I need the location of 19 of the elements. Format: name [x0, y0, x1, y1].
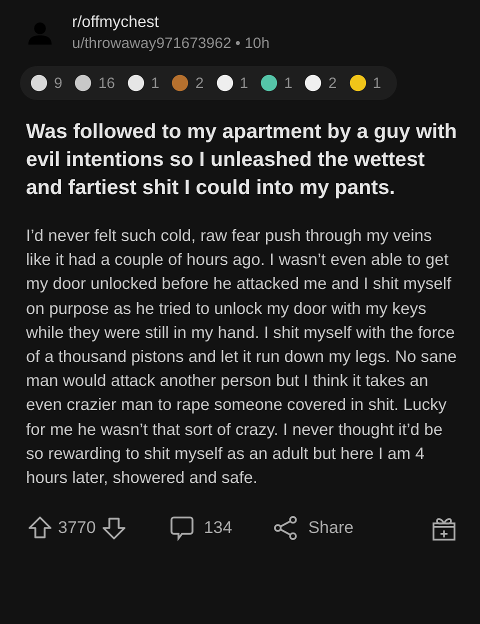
award-count: 16: [98, 74, 116, 92]
awards-bar[interactable]: 9 16 1 2 1 1 2 1: [20, 66, 398, 100]
separator-dot: •: [235, 35, 241, 52]
award-count: 2: [195, 74, 204, 92]
post-body: I’d never felt such cold, raw fear push through my veins like it had a couple of hours ago. I wasn’t even able to get my door unlocked before he attacked me and I shit myself on purpose as he tried to unlock my door with my keys while they were still in my hand. I shit myself with the force of a thousand pistons and let it run down my legs. No sane man would attack another person but I think it takes an even crazier man to rape someone covered in shit. Lucky for me he wasn’t that sort of crazy. I never thought it’d be so rewarding to shit myself as an adult but here I am 4 hours later, showered and safe.: [26, 225, 458, 490]
award-count: 1: [240, 74, 248, 92]
comments-button[interactable]: 134: [168, 514, 232, 542]
author-name[interactable]: u/throwaway971673962: [72, 35, 232, 52]
post-title: Was followed to my apartment by a guy with evil intentions so I unleashed the wettest and fartiest shit I could into my pants.: [26, 119, 458, 201]
award-count: 1: [284, 74, 292, 92]
post-time: 10h: [244, 35, 270, 52]
award-count: 1: [151, 74, 160, 92]
award-count: 1: [372, 74, 382, 92]
award-count: 9: [54, 74, 62, 92]
award-count: 2: [328, 74, 337, 92]
vote-score: 3770: [58, 518, 96, 538]
speech-bubble-icon: [168, 514, 196, 542]
share-button[interactable]: Share: [272, 514, 354, 542]
subreddit-name[interactable]: r/offmychest: [72, 14, 270, 32]
